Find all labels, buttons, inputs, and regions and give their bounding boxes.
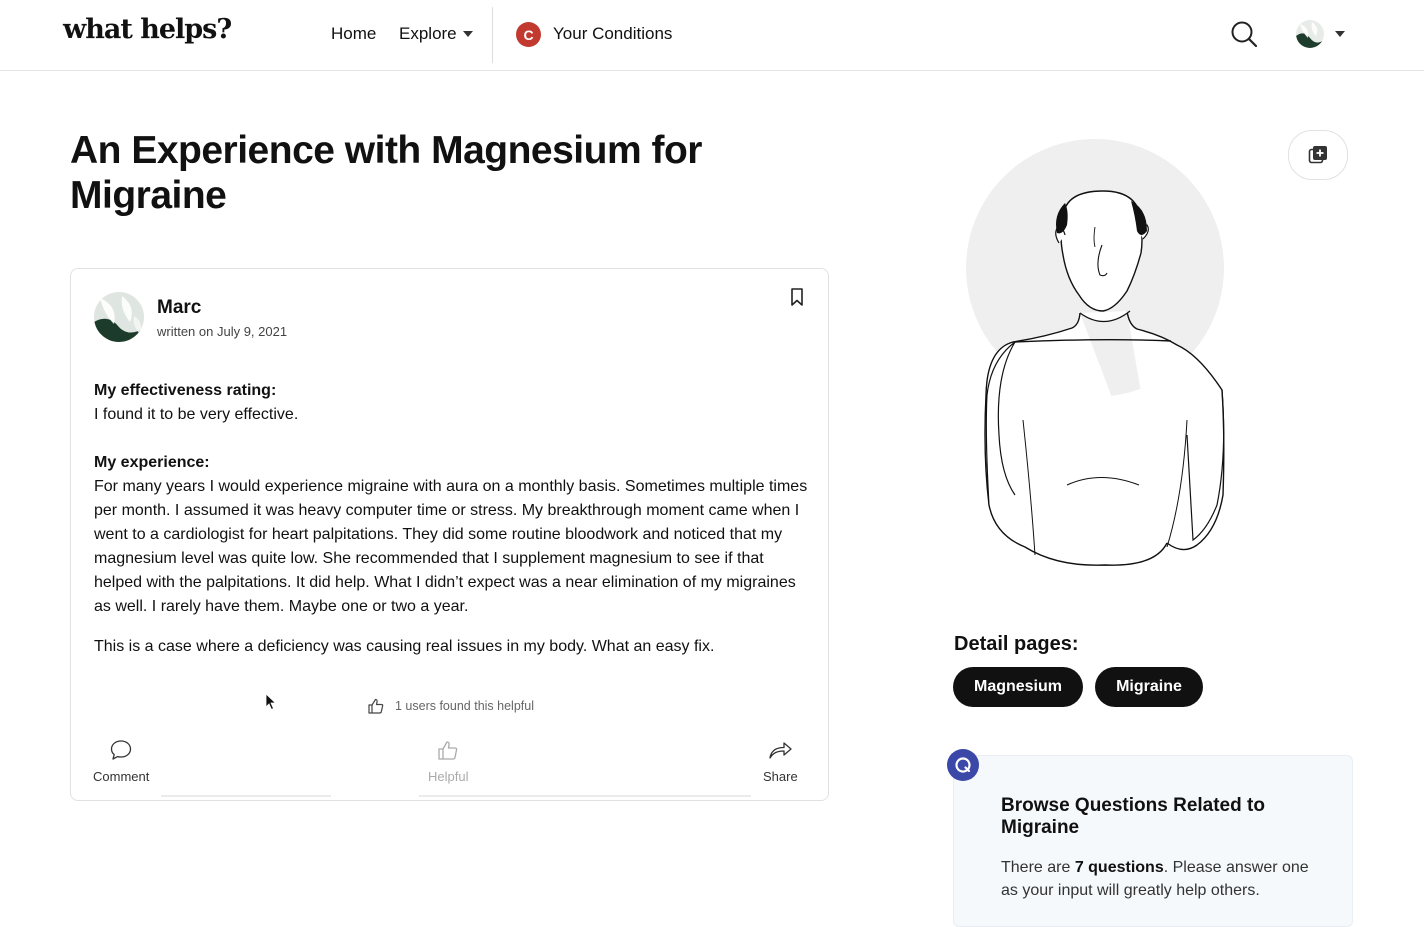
comment-button[interactable]: Comment (93, 739, 149, 784)
post-actions: Comment Helpful Share (71, 739, 828, 789)
rating-text: I found it to be very effective. (94, 406, 299, 423)
experience-card: Marc written on July 9, 2021 My effectiv… (70, 268, 829, 801)
comment-label: Comment (93, 769, 150, 784)
nav-explore-label: Explore (399, 24, 457, 43)
page-title: An Experience with Magnesium for Migrain… (70, 129, 702, 217)
post-body: My effectiveness rating: I found it to b… (94, 379, 809, 659)
questions-count: 7 questions (1074, 859, 1164, 876)
detail-pages-heading: Detail pages: (954, 633, 1079, 655)
nav-home-link[interactable]: Home (331, 24, 376, 44)
experience-label: My experience: (94, 454, 210, 471)
add-copy-icon (1308, 146, 1327, 164)
comment-underline (161, 795, 331, 797)
share-button[interactable]: Share (763, 739, 798, 784)
post-date: written on July 9, 2021 (157, 324, 288, 339)
search-icon[interactable] (1229, 19, 1259, 49)
detail-page-migraine[interactable]: Migraine (1095, 667, 1203, 707)
helpful-underline (419, 795, 479, 797)
comment-icon (111, 740, 132, 760)
experience-text: For many years I would experience migrai… (94, 478, 808, 615)
helpful-button[interactable]: Helpful (428, 739, 468, 784)
author-name[interactable]: Marc (157, 297, 201, 319)
share-underline (479, 795, 751, 797)
user-avatar[interactable] (1296, 20, 1324, 48)
author-avatar[interactable] (94, 292, 144, 342)
chevron-down-icon (462, 31, 473, 37)
helpful-count-text: 1 users found this helpful (395, 699, 534, 713)
questions-card-title[interactable]: Browse Questions Related to Migraine (1001, 795, 1321, 839)
closing-text: This is a case where a deficiency was ca… (94, 638, 715, 655)
nav-explore-dropdown[interactable]: Explore (399, 24, 473, 44)
rating-label: My effectiveness rating: (94, 382, 277, 399)
share-label: Share (763, 769, 798, 784)
top-navigation-bar: what helps? Home Explore C Your Conditio… (0, 0, 1424, 71)
helpful-count: 1 users found this helpful (367, 697, 534, 715)
add-to-collection-button[interactable] (1288, 130, 1348, 180)
mouse-cursor-icon (265, 693, 277, 711)
questions-text-prefix: There are (1001, 859, 1075, 876)
nav-your-conditions-link[interactable]: Your Conditions (553, 24, 672, 44)
question-icon (947, 749, 979, 781)
thumbs-up-icon (368, 698, 384, 714)
helpful-label: Helpful (428, 769, 469, 784)
detail-page-magnesium[interactable]: Magnesium (953, 667, 1083, 707)
condition-badge-icon[interactable]: C (516, 22, 541, 47)
share-icon (769, 742, 792, 759)
bookmark-icon[interactable] (788, 287, 806, 307)
thumbs-up-icon (438, 741, 458, 760)
questions-card-text: There are 7 questions. Please answer one… (1001, 856, 1321, 902)
site-logo[interactable]: what helps? (63, 14, 232, 45)
chevron-down-icon[interactable] (1335, 31, 1345, 37)
person-illustration (966, 139, 1225, 566)
nav-divider (492, 7, 493, 63)
